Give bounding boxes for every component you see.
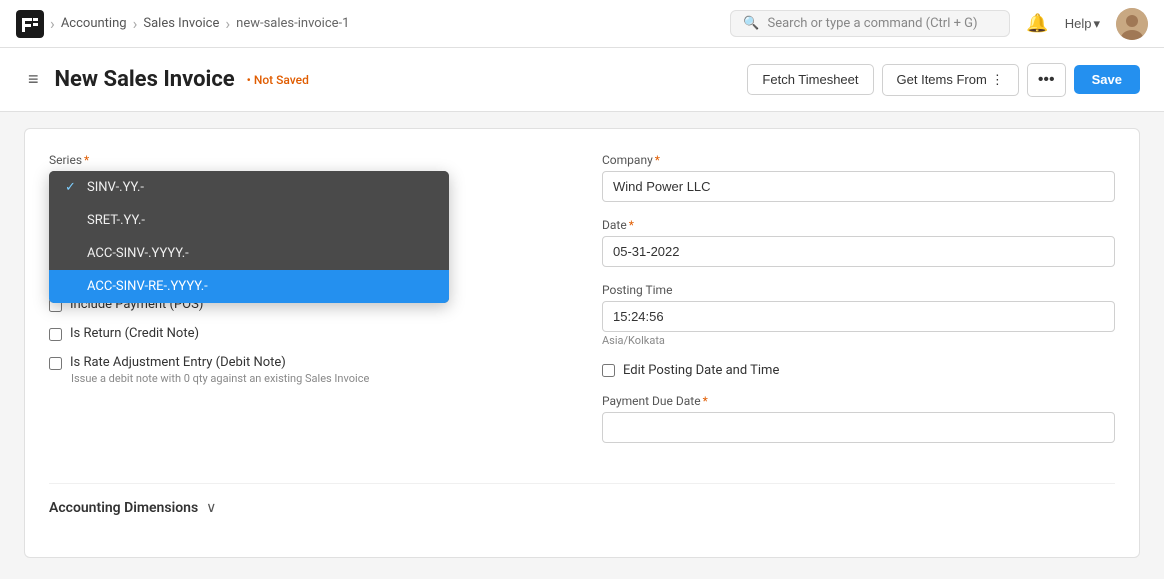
date-field-group: Date *: [602, 218, 1115, 267]
edit-posting-row: Edit Posting Date and Time: [602, 363, 1115, 378]
payment-due-date-required-star: *: [703, 394, 708, 408]
series-field-group: Series * ✓ SINV-.YY.- ✓ SRET-.YY.-: [49, 153, 562, 167]
date-label: Date *: [602, 218, 1115, 232]
get-items-from-label: Get Items From: [897, 72, 987, 87]
series-required-star: *: [84, 153, 89, 167]
timezone-label: Asia/Kolkata: [602, 334, 1115, 347]
accounting-dimensions-label: Accounting Dimensions: [49, 500, 198, 516]
not-saved-badge: • Not Saved: [247, 73, 309, 87]
accounting-dimensions-chevron-icon: ∨: [206, 500, 216, 516]
company-field-group: Company *: [602, 153, 1115, 202]
series-option-acc-sinv[interactable]: ✓ ACC-SINV-.YYYY.-: [49, 237, 449, 270]
series-option-sinv[interactable]: ✓ SINV-.YY.-: [49, 171, 449, 204]
posting-time-label: Posting Time: [602, 283, 1115, 297]
search-bar[interactable]: 🔍 Search or type a command (Ctrl + G): [730, 10, 1010, 37]
series-dropdown-menu: ✓ SINV-.YY.- ✓ SRET-.YY.- ✓ ACC-SINV-.YY…: [49, 171, 449, 303]
series-label: Series *: [49, 153, 562, 167]
checkmark-icon: ✓: [65, 180, 79, 195]
series-option-acc-sinv-re[interactable]: ✓ ACC-SINV-RE-.YYYY.-: [49, 270, 449, 303]
page-header-right: Fetch Timesheet Get Items From ⋮ ••• Sav…: [747, 63, 1140, 97]
help-button[interactable]: Help ▾: [1065, 16, 1100, 32]
form-left-column: Series * ✓ SINV-.YY.- ✓ SRET-.YY.-: [49, 153, 562, 399]
edit-posting-checkbox[interactable]: [602, 364, 615, 377]
series-option-acc-sinv-re-label: ACC-SINV-RE-.YYYY.-: [87, 279, 208, 294]
series-option-sinv-label: SINV-.YY.-: [87, 180, 144, 195]
company-required-star: *: [655, 153, 660, 167]
avatar[interactable]: [1116, 8, 1148, 40]
frappe-logo: [16, 10, 44, 38]
breadcrumb-sep-1: ›: [133, 14, 138, 33]
help-label: Help: [1065, 16, 1092, 31]
breadcrumb-sales-invoice[interactable]: Sales Invoice: [143, 16, 219, 31]
payment-due-date-field-group: Payment Due Date *: [602, 394, 1115, 443]
is-rate-adjustment-group: Is Rate Adjustment Entry (Debit Note) Is…: [49, 355, 562, 385]
payment-due-date-input[interactable]: [602, 412, 1115, 443]
help-chevron-icon: ▾: [1093, 16, 1100, 32]
breadcrumb-area: › Accounting › Sales Invoice › new-sales…: [16, 10, 349, 38]
company-input[interactable]: [602, 171, 1115, 202]
page-title: New Sales Invoice: [55, 67, 235, 92]
is-rate-adjustment-label: Is Rate Adjustment Entry (Debit Note): [70, 355, 286, 370]
date-required-star: *: [629, 218, 634, 232]
is-return-label: Is Return (Credit Note): [70, 326, 199, 341]
page-header: ≡ New Sales Invoice • Not Saved Fetch Ti…: [0, 48, 1164, 112]
notifications-button[interactable]: 🔔: [1026, 13, 1048, 34]
is-rate-adjustment-checkbox[interactable]: [49, 357, 62, 370]
date-input[interactable]: [602, 236, 1115, 267]
breadcrumb-current: new-sales-invoice-1: [236, 16, 349, 31]
more-options-button[interactable]: •••: [1027, 63, 1066, 97]
form-row-main: Series * ✓ SINV-.YY.- ✓ SRET-.YY.-: [49, 153, 1115, 459]
search-icon: 🔍: [743, 16, 759, 31]
avatar-image: [1116, 8, 1148, 40]
breadcrumb-accounting[interactable]: Accounting: [61, 16, 127, 31]
rate-adjustment-hint: Issue a debit note with 0 qty against an…: [71, 372, 369, 385]
posting-time-input[interactable]: [602, 301, 1115, 332]
page-header-left: ≡ New Sales Invoice • Not Saved: [24, 65, 309, 94]
series-option-sret-label: SRET-.YY.-: [87, 213, 145, 228]
series-option-sret[interactable]: ✓ SRET-.YY.-: [49, 204, 449, 237]
topnav-right: 🔍 Search or type a command (Ctrl + G) 🔔 …: [730, 8, 1148, 40]
posting-time-field-group: Posting Time Asia/Kolkata: [602, 283, 1115, 347]
form-right-column: Company * Date * Posting Time Asia/Kolka…: [602, 153, 1115, 459]
checkbox-area: Include Payment (POS) Is Return (Credit …: [49, 297, 562, 385]
is-return-group: Is Return (Credit Note): [49, 326, 562, 341]
search-placeholder-text: Search or type a command (Ctrl + G): [767, 16, 977, 31]
payment-due-date-label: Payment Due Date *: [602, 394, 1115, 408]
get-items-from-button[interactable]: Get Items From ⋮: [882, 64, 1019, 96]
fetch-timesheet-button[interactable]: Fetch Timesheet: [747, 64, 873, 95]
accounting-dimensions-section[interactable]: Accounting Dimensions ∨: [49, 483, 1115, 516]
is-return-checkbox[interactable]: [49, 328, 62, 341]
series-option-acc-sinv-label: ACC-SINV-.YYYY.-: [87, 246, 189, 261]
breadcrumb-sep-0: ›: [50, 14, 55, 33]
sidebar-toggle-button[interactable]: ≡: [24, 65, 43, 94]
topnav: › Accounting › Sales Invoice › new-sales…: [0, 0, 1164, 48]
breadcrumb-sep-2: ›: [225, 14, 230, 33]
get-items-chevron-icon: ⋮: [991, 72, 1004, 88]
form-content: Series * ✓ SINV-.YY.- ✓ SRET-.YY.-: [24, 128, 1140, 558]
edit-posting-label: Edit Posting Date and Time: [623, 363, 779, 378]
company-label: Company *: [602, 153, 1115, 167]
save-button[interactable]: Save: [1074, 65, 1140, 94]
